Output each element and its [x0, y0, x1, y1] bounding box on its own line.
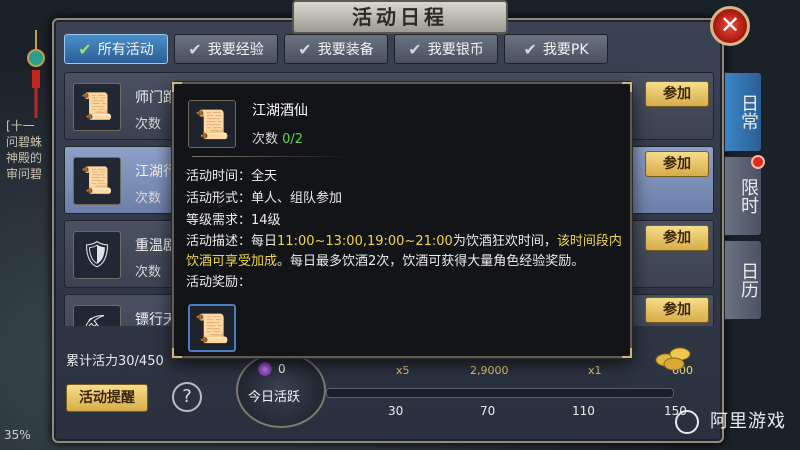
- checkmark-icon: ✔: [408, 39, 422, 59]
- form-label: 活动形式：: [186, 191, 252, 206]
- reward-amount: x5: [396, 364, 410, 377]
- filter-all-activities[interactable]: ✔ 所有活动: [64, 34, 168, 64]
- tab-daily[interactable]: 日常: [724, 72, 762, 152]
- popup-corner: [172, 348, 182, 358]
- filter-label: 我要PK: [542, 42, 589, 58]
- bg-line: 审问碧: [6, 167, 43, 181]
- filter-label: 我要装备: [317, 42, 374, 58]
- activity-time-line: 活动时间：全天: [186, 166, 626, 188]
- activity-count-label: 次数: [135, 191, 162, 206]
- bg-line: 问碧蛛: [6, 135, 43, 149]
- silver-ore-icon: ⛏: [73, 305, 121, 326]
- reward-item-slot[interactable]: 📜: [188, 304, 236, 352]
- activity-reward-line: 活动奖励：: [186, 272, 626, 294]
- desc-text: 。每日最多饮酒2次，饮酒可获得大量角色经验奖励。: [277, 254, 585, 269]
- desc-text: 每日: [251, 234, 278, 249]
- filter-label: 所有活动: [97, 42, 154, 58]
- tab-label: 日常: [738, 94, 759, 130]
- tab-limited[interactable]: 限时: [724, 155, 765, 236]
- today-activity-label: 今日活跃: [248, 390, 301, 405]
- side-tabs: 日常 限时 日历: [724, 72, 765, 324]
- watermark: 阿里游戏: [675, 407, 786, 434]
- filter-label: 我要经验: [207, 42, 264, 58]
- close-button[interactable]: ✕: [710, 6, 750, 46]
- activity-detail-popup: 📜 江湖酒仙 次数 0/2 活动时间：全天 活动形式：单人、组队参加 等级需求：…: [172, 82, 632, 358]
- activity-name: 镖行天: [135, 312, 177, 326]
- red-lantern-ornament-icon: [27, 30, 45, 118]
- desc-text: 为饮酒狂欢时间，: [452, 234, 557, 249]
- help-icon: ?: [182, 386, 192, 407]
- gold-coins-icon[interactable]: [652, 340, 696, 370]
- filter-pk[interactable]: ✔ 我要PK: [504, 34, 608, 64]
- activity-description-line: 活动描述：每日11:00~13:00,19:00~21:00为饮酒狂欢时间，该时…: [186, 232, 626, 272]
- accumulated-vitality: 累计活力30/450: [66, 354, 164, 369]
- desc-label: 活动描述：: [186, 234, 252, 249]
- percent-text: 35%: [4, 428, 31, 442]
- popup-divider: [192, 156, 352, 157]
- time-label: 活动时间：: [186, 169, 252, 184]
- level-requirement-line: 等级需求：14级: [186, 210, 626, 232]
- form-value: 单人、组队参加: [251, 191, 343, 206]
- scroll-gold-icon: 📜: [73, 83, 121, 131]
- background-chat-text: [十一 问碧蛛 神殿的 审问碧: [6, 118, 54, 182]
- level-value: 14级: [251, 213, 281, 228]
- scroll-gold-icon: 📜: [73, 157, 121, 205]
- bg-line: [十一: [6, 119, 35, 133]
- popup-title: 江湖酒仙: [252, 103, 308, 119]
- bg-line: 神殿的: [6, 151, 43, 165]
- activity-count-label: 次数: [135, 265, 162, 280]
- scroll-gold-icon: 📜: [188, 100, 236, 148]
- watermark-logo-icon: [675, 410, 700, 434]
- activity-count-label: 次数: [135, 117, 162, 132]
- watermark-text: 阿里游戏: [710, 411, 786, 432]
- activity-name: 江湖行: [135, 164, 177, 180]
- milestone-label: 70: [480, 404, 496, 418]
- tab-calendar[interactable]: 日历: [724, 240, 762, 320]
- popup-corner: [622, 348, 632, 358]
- milestone-label: 110: [572, 404, 595, 418]
- reward-amount: x1: [588, 364, 602, 377]
- popup-count-label: 次数: [252, 132, 279, 147]
- filter-silver[interactable]: ✔ 我要银币: [394, 34, 498, 64]
- time-value: 全天: [251, 169, 278, 184]
- activity-progress-bar: [326, 388, 674, 398]
- armor-icon: 🛡: [73, 231, 121, 279]
- popup-details: 活动时间：全天 活动形式：单人、组队参加 等级需求：14级 活动描述：每日11:…: [186, 166, 626, 294]
- milestone-label: 30: [388, 404, 404, 418]
- filter-experience[interactable]: ✔ 我要经验: [174, 34, 278, 64]
- reward-amount: 2,9000: [470, 364, 509, 377]
- checkmark-icon: ✔: [188, 39, 202, 59]
- join-button[interactable]: 参加: [645, 225, 709, 251]
- popup-count-value: 0/2: [282, 132, 304, 147]
- popup-corner: [622, 82, 632, 92]
- activity-reminder-button[interactable]: 活动提醒: [66, 384, 148, 412]
- level-label: 等级需求：: [186, 213, 252, 228]
- popup-corner: [172, 82, 182, 92]
- tab-label: 日历: [738, 262, 759, 298]
- purple-gem-icon: [258, 362, 272, 376]
- close-icon: ✕: [719, 11, 741, 39]
- reward-label: 活动奖励：: [186, 275, 252, 290]
- filter-label: 我要银币: [427, 42, 484, 58]
- activity-form-line: 活动形式：单人、组队参加: [186, 188, 626, 210]
- today-activity-value: 0: [278, 362, 286, 376]
- desc-time-highlight: 11:00~13:00,19:00~21:00: [277, 234, 453, 249]
- notification-badge: [751, 155, 765, 169]
- join-button[interactable]: 参加: [645, 297, 709, 323]
- join-button[interactable]: 参加: [645, 151, 709, 177]
- filter-tabs: ✔ 所有活动 ✔ 我要经验 ✔ 我要装备 ✔ 我要银币 ✔ 我要PK: [64, 34, 608, 66]
- checkmark-icon: ✔: [523, 39, 537, 59]
- checkmark-icon: ✔: [78, 39, 92, 59]
- window-title: 活动日程: [292, 0, 508, 34]
- help-button[interactable]: ?: [172, 382, 202, 412]
- filter-equipment[interactable]: ✔ 我要装备: [284, 34, 388, 64]
- scroll-gold-icon: 📜: [194, 311, 230, 345]
- tab-label: 限时: [738, 178, 759, 214]
- activity-name: 重温剧: [135, 238, 177, 254]
- activity-name: 师门跑: [135, 90, 177, 106]
- join-button[interactable]: 参加: [645, 81, 709, 107]
- checkmark-icon: ✔: [298, 39, 312, 59]
- popup-count: 次数 0/2: [252, 128, 303, 147]
